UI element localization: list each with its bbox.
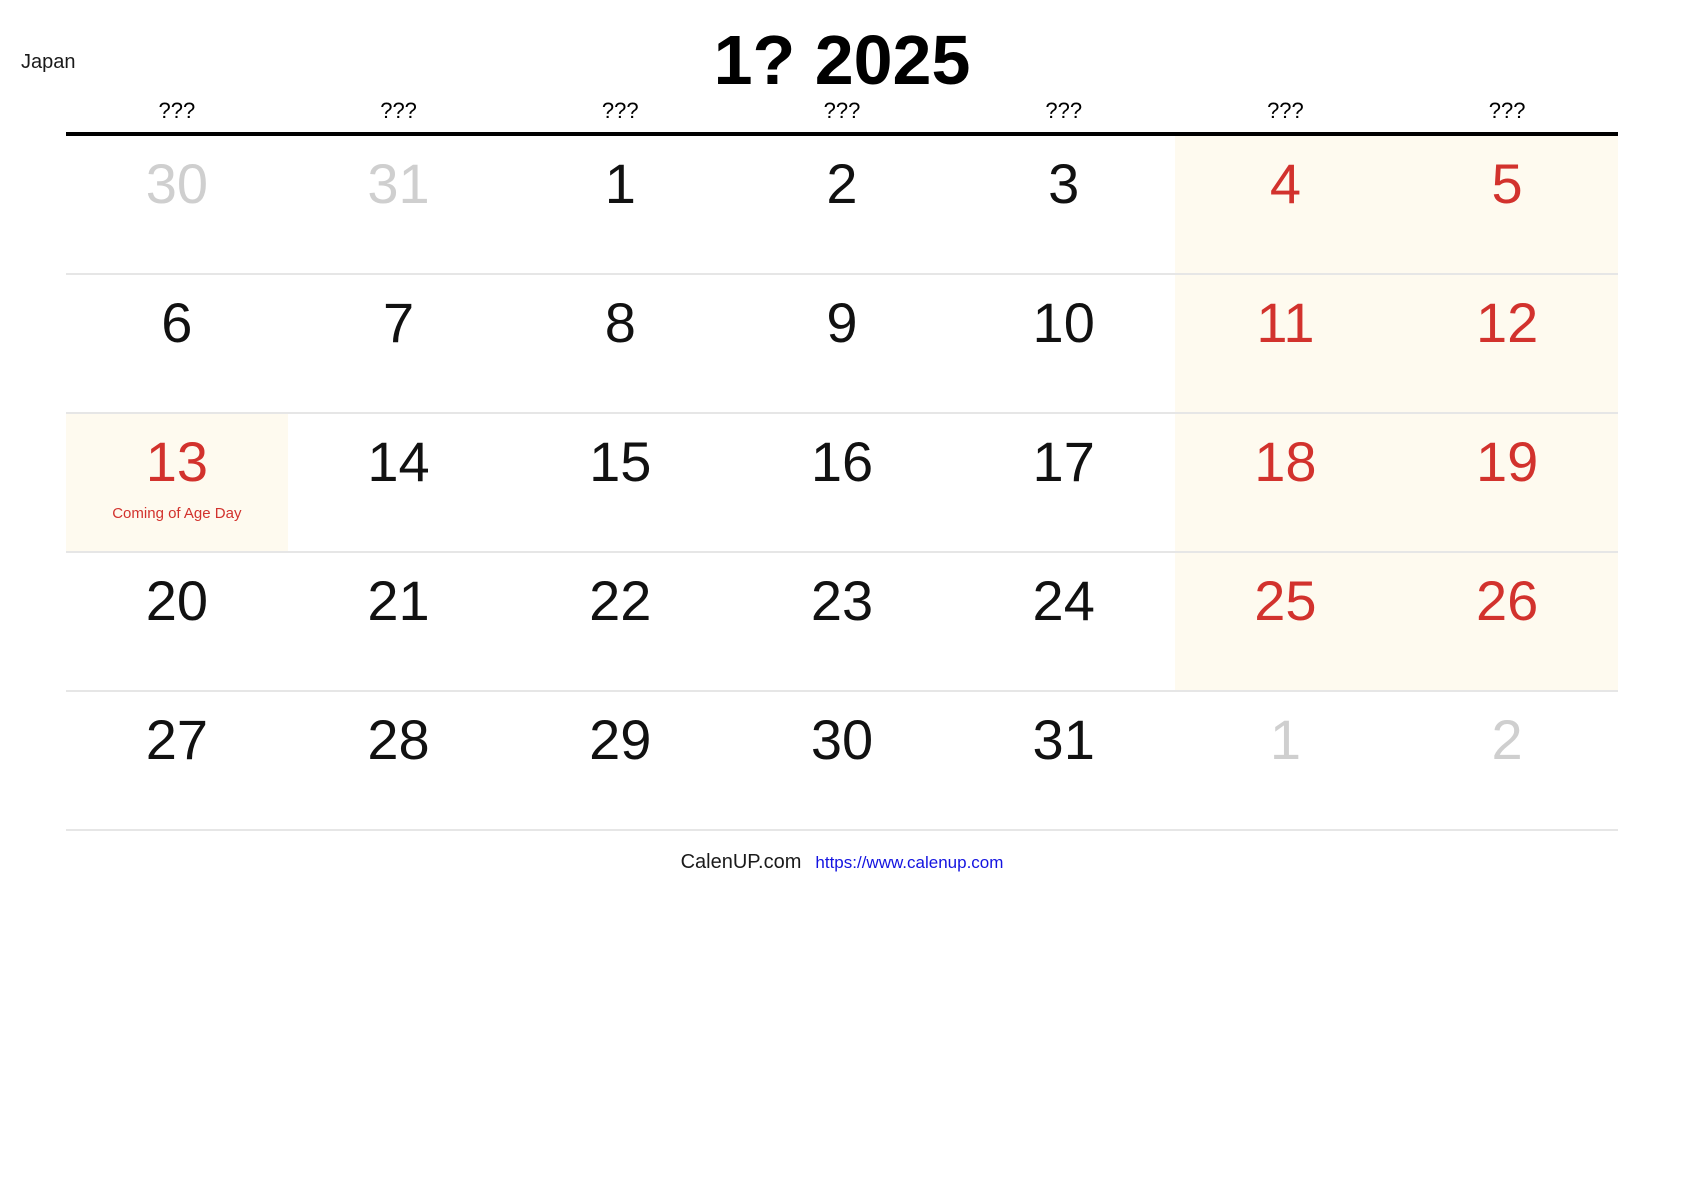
holiday-label: Coming of Age Day <box>112 505 242 522</box>
day-number: 30 <box>810 708 874 771</box>
day-cell[interactable]: 24 <box>953 553 1175 690</box>
day-cell[interactable]: 22 <box>509 553 731 690</box>
day-number: 29 <box>589 708 652 771</box>
week-row: 6 7 8 9 10 11 12 <box>66 275 1618 414</box>
day-number: 2 <box>1491 708 1523 771</box>
day-cell[interactable]: 21 <box>288 553 510 690</box>
day-cell[interactable]: 10 <box>953 275 1175 412</box>
day-cell[interactable]: 30 <box>731 692 953 829</box>
day-number: 24 <box>1032 569 1095 632</box>
day-number: 10 <box>1032 291 1095 354</box>
day-number: 20 <box>145 569 208 632</box>
day-cell[interactable]: 12 <box>1396 275 1618 412</box>
day-number: 19 <box>1475 430 1539 493</box>
day-number: 28 <box>367 708 430 771</box>
day-cell[interactable]: 7 <box>288 275 510 412</box>
day-cell[interactable]: 1 <box>1175 692 1397 829</box>
day-cell[interactable]: 31 <box>953 692 1175 829</box>
day-cell[interactable]: 18 <box>1174 414 1397 551</box>
day-number: 18 <box>1254 430 1317 493</box>
day-cell[interactable]: 17 <box>953 414 1175 551</box>
day-cell[interactable]: 2 <box>731 136 953 273</box>
page-title: 1? 2025 <box>713 21 971 99</box>
footer: CalenUP.com https://www.calenup.com <box>66 831 1618 874</box>
weekday-header-1: ??? <box>380 98 417 123</box>
day-number: 15 <box>589 430 652 493</box>
day-cell[interactable]: 2 <box>1396 692 1618 829</box>
day-number: 14 <box>367 430 430 493</box>
day-number: 31 <box>1032 708 1095 771</box>
day-cell[interactable]: 29 <box>509 692 731 829</box>
day-number: 6 <box>161 291 193 354</box>
day-number: 17 <box>1032 430 1095 493</box>
day-cell[interactable]: 16 <box>731 414 953 551</box>
day-number: 3 <box>1048 152 1080 215</box>
day-cell[interactable]: 13 Coming of Age Day <box>66 414 288 551</box>
day-cell[interactable]: 6 <box>66 275 288 412</box>
day-number: 31 <box>367 152 430 215</box>
day-number: 30 <box>145 152 208 215</box>
day-cell[interactable]: 4 <box>1174 136 1397 273</box>
calendar-header: Japan 1? 2025 <box>0 0 1684 100</box>
week-row: 20 21 22 23 24 25 26 <box>66 553 1618 692</box>
day-number: 1 <box>604 152 636 215</box>
day-number: 8 <box>604 291 636 354</box>
day-cell[interactable]: 3 <box>953 136 1175 273</box>
week-row: 13 Coming of Age Day 14 15 16 17 18 19 <box>66 414 1618 553</box>
day-cell[interactable]: 25 <box>1174 553 1397 690</box>
day-cell[interactable]: 14 <box>288 414 510 551</box>
weekday-header-row: ????????????????????? <box>66 100 1618 132</box>
day-cell[interactable]: 20 <box>66 553 288 690</box>
day-cell[interactable]: 27 <box>66 692 288 829</box>
day-number: 26 <box>1475 569 1539 632</box>
weekday-header-3: ??? <box>823 98 861 123</box>
day-number: 13 <box>145 430 208 493</box>
day-number: 21 <box>367 569 430 632</box>
day-cell[interactable]: 28 <box>288 692 510 829</box>
day-number: 7 <box>382 291 415 354</box>
day-cell[interactable]: 23 <box>731 553 953 690</box>
weekday-header-5: ??? <box>1267 98 1304 123</box>
day-cell[interactable]: 26 <box>1396 553 1618 690</box>
weekday-header-6: ??? <box>1488 98 1526 123</box>
day-cell[interactable]: 5 <box>1396 136 1618 273</box>
week-row: 27 28 29 30 31 1 2 <box>66 692 1618 831</box>
footer-url-link[interactable]: https://www.calenup.com <box>815 853 1003 873</box>
calendar-grid: 30 31 1 2 3 4 5 6 7 8 9 10 11 12 13 Coming of Age Day 14… <box>66 136 1618 831</box>
day-number: 11 <box>1256 291 1315 354</box>
weekday-header-4: ??? <box>1045 98 1083 123</box>
day-number: 25 <box>1254 569 1317 632</box>
day-number: 12 <box>1475 291 1539 354</box>
day-cell[interactable]: 1 <box>509 136 731 273</box>
day-number: 9 <box>826 291 858 354</box>
day-number: 1 <box>1269 708 1301 771</box>
day-cell[interactable]: 15 <box>509 414 731 551</box>
day-cell[interactable]: 11 <box>1174 275 1397 412</box>
day-cell[interactable]: 19 <box>1396 414 1618 551</box>
day-number: 2 <box>826 152 858 215</box>
day-number: 5 <box>1491 152 1523 215</box>
day-number: 16 <box>810 430 874 493</box>
weekday-header-0: ??? <box>158 98 196 123</box>
day-cell[interactable]: 9 <box>731 275 953 412</box>
weekday-header-2: ??? <box>601 98 639 123</box>
week-row: 30 31 1 2 3 4 5 <box>66 136 1618 275</box>
day-number: 4 <box>1269 152 1301 215</box>
day-number: 27 <box>145 708 208 771</box>
calendar-page: Japan 1? 2025 ????????????????????? 30 31… <box>0 0 1684 1191</box>
day-number: 22 <box>589 569 652 632</box>
day-cell[interactable]: 8 <box>509 275 731 412</box>
day-number: 23 <box>810 569 874 632</box>
footer-brand: CalenUP.com <box>680 851 802 873</box>
day-cell[interactable]: 31 <box>288 136 510 273</box>
day-cell[interactable]: 30 <box>66 136 288 273</box>
